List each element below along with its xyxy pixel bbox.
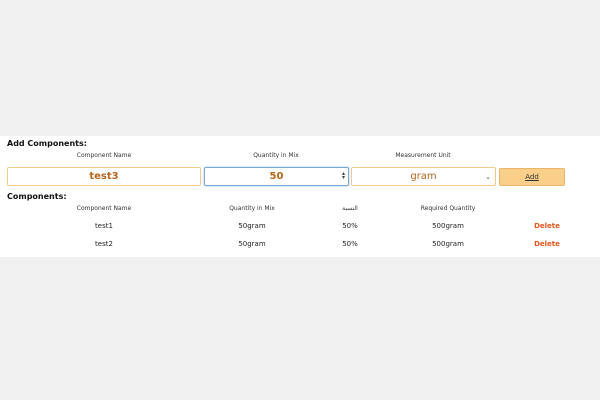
row-quantity: 50gram: [238, 222, 266, 230]
quantity-input[interactable]: 50 ▴ ▾: [204, 167, 349, 186]
measurement-unit-select[interactable]: gram ⌄: [351, 167, 496, 186]
delete-button[interactable]: Delete: [534, 222, 560, 230]
row-required-quantity: 500gram: [432, 222, 464, 230]
row-ratio: 50%: [342, 222, 358, 230]
add-button[interactable]: Add: [499, 168, 565, 186]
list-header-required-quantity: Required Quantity: [420, 205, 476, 212]
components-panel: Add Components: Component Name Quantity …: [0, 136, 600, 257]
row-component-name: test2: [95, 240, 113, 248]
quantity-stepper-icon[interactable]: ▴ ▾: [342, 171, 345, 181]
components-title: Components:: [7, 192, 67, 201]
header-measurement-unit: Measurement Unit: [395, 152, 451, 159]
row-component-name: test1: [95, 222, 113, 230]
component-name-input[interactable]: test3: [7, 167, 201, 186]
delete-button[interactable]: Delete: [534, 240, 560, 248]
chevron-down-icon: ⌄: [485, 173, 491, 181]
quantity-value: 50: [269, 171, 284, 182]
add-components-title: Add Components:: [7, 139, 87, 148]
list-header-component-name: Component Name: [76, 205, 132, 212]
list-header-quantity: Quantity in Mix: [229, 205, 275, 212]
list-header-ratio: النسبة: [342, 205, 358, 212]
component-name-value: test3: [89, 171, 119, 182]
measurement-unit-value: gram: [410, 171, 437, 182]
row-ratio: 50%: [342, 240, 358, 248]
row-quantity: 50gram: [238, 240, 266, 248]
row-required-quantity: 500gram: [432, 240, 464, 248]
header-quantity-in-mix: Quantity in Mix: [253, 152, 299, 159]
header-component-name: Component Name: [76, 152, 132, 159]
